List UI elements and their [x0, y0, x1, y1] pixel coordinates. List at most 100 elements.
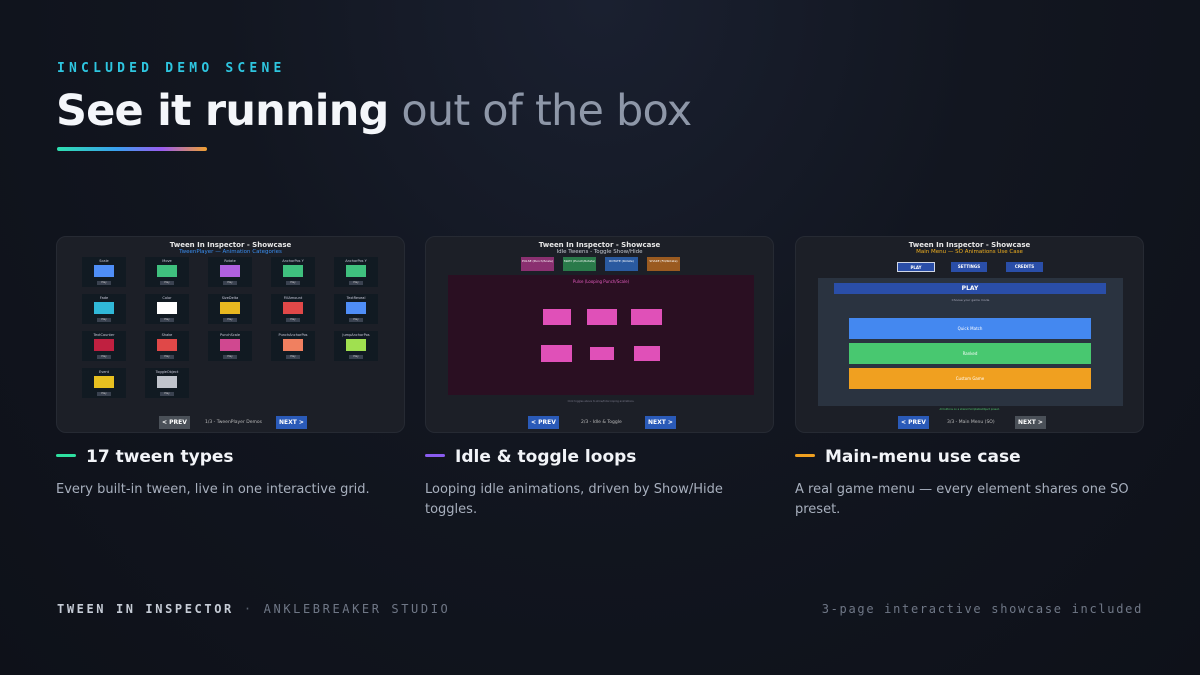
tween-cell-label: TextCounter	[93, 333, 115, 337]
play-button[interactable]: Play	[97, 355, 111, 359]
play-button[interactable]: Play	[286, 355, 300, 359]
tab-credits[interactable]: CREDITS	[1006, 262, 1043, 272]
tween-swatch	[157, 302, 177, 314]
tween-swatch	[220, 265, 240, 277]
tween-cell-label: Rotate	[224, 259, 236, 263]
play-button[interactable]: Play	[223, 318, 237, 322]
screenshot-card-idle-toggle: Tween In Inspector - Showcase Idle Tween…	[425, 236, 774, 433]
menu-button[interactable]: Ranked	[849, 343, 1091, 364]
feature-title-text: 17 tween types	[86, 447, 234, 467]
feature-title-idle-toggle: Idle & toggle loops	[425, 447, 636, 467]
play-button[interactable]: Play	[349, 355, 363, 359]
feature-title-main-menu: Main-menu use case	[795, 447, 1021, 467]
footer-note: 3-page interactive showcase included	[821, 602, 1143, 616]
play-button[interactable]: Play	[223, 355, 237, 359]
footer-separator: ·	[243, 602, 254, 616]
play-button[interactable]: Play	[223, 281, 237, 285]
tween-cell-label: PunchScale	[219, 333, 241, 337]
toggle-button[interactable]: PULSE (Punch/Scale)	[521, 257, 554, 271]
headline-strong: See it running	[56, 86, 389, 136]
tab-play[interactable]: PLAY	[897, 262, 935, 272]
footer-brand: TWEEN IN INSPECTOR · ANKLEBREAKER STUDIO	[57, 602, 450, 616]
toggle-button[interactable]: ROTATE (Rotate)	[605, 257, 638, 271]
tween-swatch	[283, 265, 303, 277]
toggle-button[interactable]: SWAY (Punch/Rotate)	[563, 257, 596, 271]
tween-cell-label: Color	[162, 296, 172, 300]
tween-swatch	[283, 339, 303, 351]
play-button[interactable]: Play	[97, 392, 111, 396]
nav-bar: < PREV 2/3 - Idle & Toggle NEXT >	[426, 416, 773, 430]
play-button[interactable]: Play	[349, 281, 363, 285]
eyebrow-label: INCLUDED DEMO SCENE	[57, 61, 286, 76]
next-button[interactable]: NEXT >	[645, 416, 676, 429]
play-button[interactable]: Play	[160, 355, 174, 359]
screenshot-card-main-menu: Tween In Inspector - Showcase Main Menu …	[795, 236, 1144, 433]
tween-swatch	[157, 265, 177, 277]
feature-title-text: Idle & toggle loops	[455, 447, 637, 467]
accent-dash	[795, 453, 815, 457]
page-indicator: 2/3 - Idle & Toggle	[581, 420, 622, 425]
play-button[interactable]: Play	[97, 281, 111, 285]
tween-cell-label: Event	[98, 370, 110, 374]
panel-title: PLAY	[834, 283, 1106, 294]
menu-button[interactable]: Quick Match	[849, 318, 1091, 339]
toggle-button[interactable]: SHAKE (Fill/Rotate)	[647, 257, 680, 271]
prev-button[interactable]: < PREV	[898, 416, 929, 429]
headline: See it running out of the box	[56, 86, 692, 136]
tween-swatch	[157, 339, 177, 351]
tween-cell: Scale Play	[82, 257, 126, 287]
animation-stage: Pulse (Looping Punch/Scale) Click toggle…	[448, 275, 754, 403]
tween-cell: PunchScale Play	[208, 331, 252, 361]
shot-title: Tween In Inspector - Showcase	[538, 241, 661, 249]
tab-settings[interactable]: SETTINGS	[951, 262, 987, 272]
play-button[interactable]: Play	[160, 281, 174, 285]
tween-cell-label: Scale	[99, 259, 109, 263]
play-button[interactable]: Play	[160, 318, 174, 322]
tween-swatch	[220, 302, 240, 314]
gradient-rule	[57, 147, 207, 151]
tween-cell-label: AnchorPos Y	[282, 259, 304, 263]
feature-desc-main-menu: A real game menu — every element shares …	[795, 482, 1129, 517]
tween-swatch	[94, 302, 114, 314]
tween-swatch	[94, 376, 114, 388]
screenshot-card-tween-types: Tween In Inspector - Showcase TweenPlaye…	[56, 236, 405, 433]
footer-product: TWEEN IN INSPECTOR	[57, 602, 234, 616]
next-button[interactable]: NEXT >	[276, 416, 307, 429]
tween-cell: Fade Play	[82, 294, 126, 324]
menu-button[interactable]: Custom Game	[849, 368, 1091, 389]
tween-swatch	[94, 265, 114, 277]
play-button[interactable]: Play	[160, 392, 174, 396]
tween-cell: SizeDelta Play	[208, 294, 252, 324]
pulse-box	[631, 309, 662, 325]
nav-bar: < PREV 3/3 - Main Menu (SO) NEXT >	[796, 416, 1143, 430]
play-button[interactable]: Play	[286, 281, 300, 285]
prev-button[interactable]: < PREV	[159, 416, 190, 429]
tween-cell-label: AnchorPos Y	[345, 259, 367, 263]
tween-cell: TextCounter Play	[82, 331, 126, 361]
tween-swatch	[346, 265, 366, 277]
tween-cell: JumpAnchorPos Play	[334, 331, 378, 361]
menu-panel: PLAY Choose your game mode Quick Match Ra…	[818, 278, 1123, 406]
tween-cell-label: Shake	[161, 333, 173, 337]
tween-swatch	[346, 339, 366, 351]
play-button[interactable]: Play	[97, 318, 111, 322]
play-button[interactable]: Play	[349, 318, 363, 322]
tween-swatch	[157, 376, 177, 388]
tween-cell-label: FillAmount	[283, 296, 303, 300]
page-indicator: 1/3 - TweenPlayer Demos	[205, 420, 262, 425]
pulse-box	[634, 346, 660, 361]
tween-cell: AnchorPos Y Play	[271, 257, 315, 287]
accent-dash	[56, 453, 76, 457]
tween-swatch	[94, 339, 114, 351]
play-button[interactable]: Play	[286, 318, 300, 322]
next-button[interactable]: NEXT >	[1015, 416, 1046, 429]
prev-button[interactable]: < PREV	[528, 416, 559, 429]
tween-cell-label: TextReveal	[346, 296, 366, 300]
tween-cell-label: Fade	[99, 296, 109, 300]
tween-cell: Shake Play	[145, 331, 189, 361]
accent-dash	[425, 453, 445, 457]
page-indicator: 3/3 - Main Menu (SO)	[947, 420, 995, 425]
pulse-box	[543, 309, 571, 325]
feature-desc-idle-toggle: Looping idle animations, driven by Show/…	[425, 482, 723, 517]
shot-subtitle: TweenPlayer — Animation Categories	[179, 249, 282, 255]
